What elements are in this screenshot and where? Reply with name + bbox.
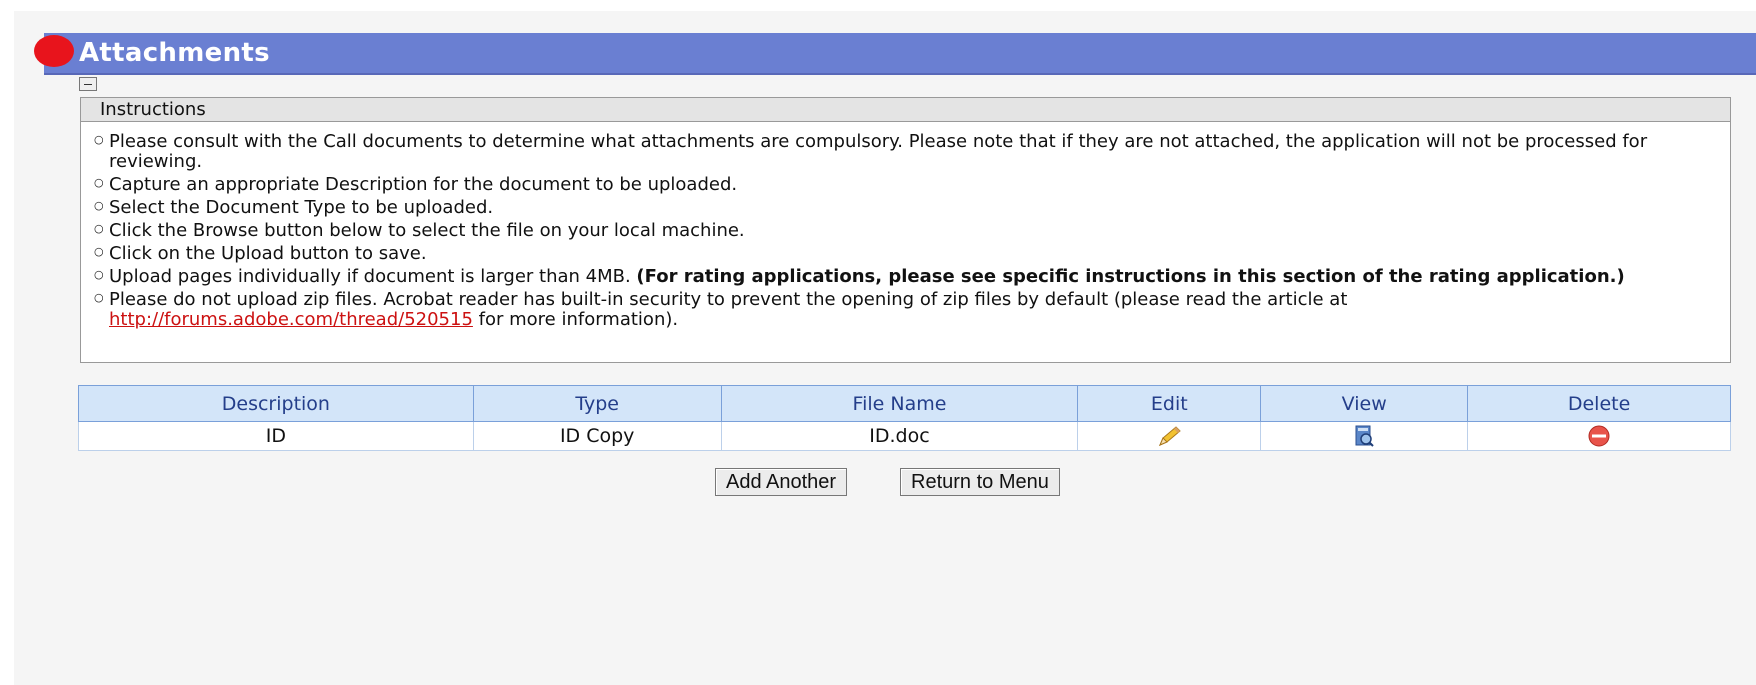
column-header-type: Type bbox=[472, 385, 722, 422]
table-header-row: Description Type File Name Edit View Del… bbox=[78, 385, 1731, 422]
bullet-icon: ○ bbox=[94, 199, 104, 212]
instructions-list: ○ Please consult with the Call documents … bbox=[81, 122, 1730, 330]
bullet-icon: ○ bbox=[94, 245, 104, 258]
instruction-item: ○ Select the Document Type to be uploaded… bbox=[94, 197, 494, 218]
bullet-icon: ○ bbox=[94, 176, 104, 189]
column-header-description: Description bbox=[78, 385, 474, 422]
instructions-heading: Instructions bbox=[81, 98, 1730, 122]
bullet-icon: ○ bbox=[94, 222, 104, 235]
instruction-item: ○ Click the Browse button below to select… bbox=[94, 220, 745, 241]
document-view-icon[interactable] bbox=[1351, 424, 1377, 448]
attachments-table: Description Type File Name Edit View Del… bbox=[78, 385, 1731, 451]
return-to-menu-button[interactable]: Return to Menu bbox=[900, 468, 1060, 496]
cell-delete bbox=[1467, 421, 1731, 451]
table-row: ID ID Copy ID.doc bbox=[78, 421, 1731, 451]
status-dot-icon bbox=[34, 35, 74, 67]
pencil-icon[interactable] bbox=[1156, 424, 1182, 448]
bullet-icon: ○ bbox=[94, 268, 104, 281]
cell-description: ID bbox=[78, 421, 474, 451]
bullet-icon: ○ bbox=[94, 133, 104, 146]
cell-type: ID Copy bbox=[472, 421, 722, 451]
instructions-panel: Instructions ○ Please consult with the Ca… bbox=[80, 97, 1731, 363]
instruction-item: ○ Please do not upload zip files. Acrobat… bbox=[94, 289, 1348, 330]
cell-file-name: ID.doc bbox=[720, 421, 1079, 451]
section-title-bar bbox=[44, 33, 1756, 75]
cell-edit bbox=[1077, 421, 1262, 451]
column-header-edit: Edit bbox=[1077, 385, 1262, 422]
cell-view bbox=[1260, 421, 1469, 451]
section-title: Attachments bbox=[79, 38, 270, 68]
column-header-view: View bbox=[1260, 385, 1469, 422]
bullet-icon: ○ bbox=[94, 291, 104, 304]
instruction-item: ○ Upload pages individually if document i… bbox=[94, 266, 1625, 287]
collapse-toggle-button[interactable] bbox=[79, 77, 97, 91]
delete-icon[interactable] bbox=[1586, 424, 1612, 448]
instruction-item: ○ Click on the Upload button to save. bbox=[94, 243, 427, 264]
adobe-forum-link[interactable]: http://forums.adobe.com/thread/520515 bbox=[109, 309, 473, 330]
add-another-button[interactable]: Add Another bbox=[715, 468, 848, 496]
rating-instruction-note: (For rating applications, please see spe… bbox=[636, 266, 1625, 287]
column-header-delete: Delete bbox=[1467, 385, 1731, 422]
column-header-file-name: File Name bbox=[720, 385, 1079, 422]
instruction-item: ○ Please consult with the Call documents … bbox=[94, 131, 1648, 172]
instruction-item: ○ Capture an appropriate Description for … bbox=[94, 174, 738, 195]
